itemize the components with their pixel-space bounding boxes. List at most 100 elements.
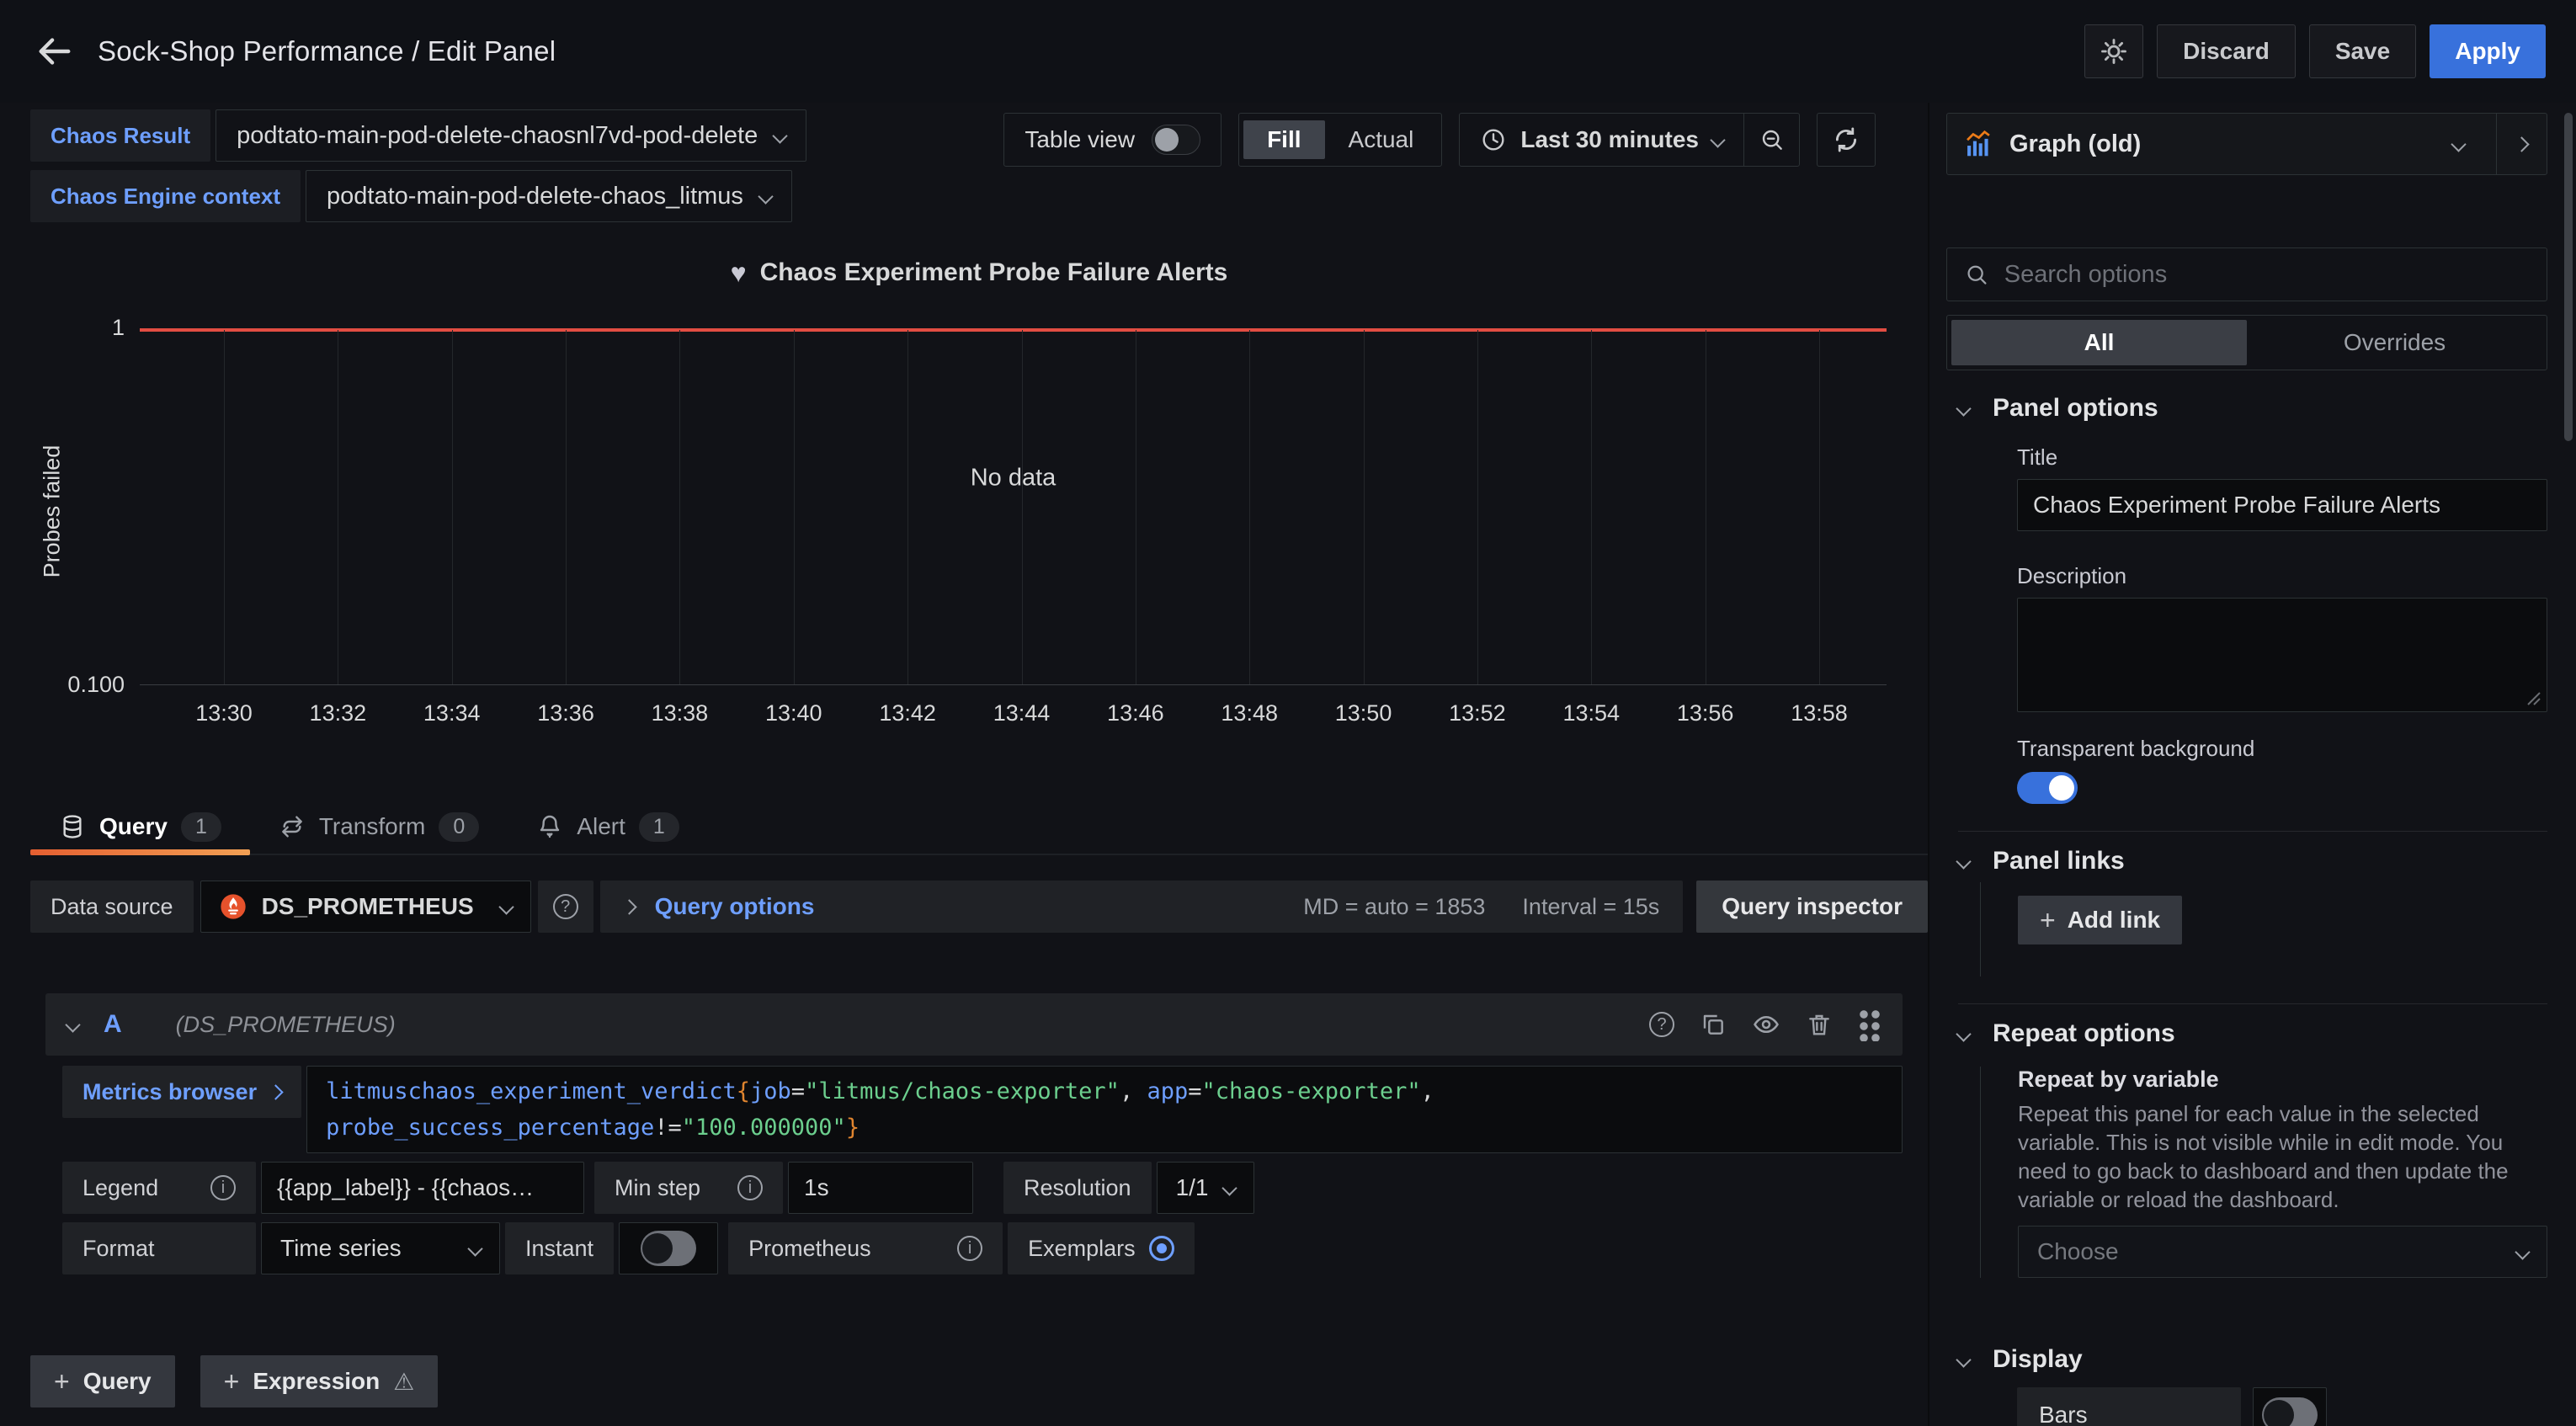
format-select[interactable]: Time series (261, 1222, 500, 1274)
y-axis-label: Probes failed (40, 377, 66, 646)
transform-count-badge: 0 (439, 812, 479, 842)
eye-icon[interactable] (1752, 1010, 1780, 1039)
datasource-help-button[interactable]: ? (538, 881, 593, 933)
sidebar-scrollbar[interactable] (2564, 113, 2573, 441)
x-tick-label: 13:56 (1642, 700, 1769, 726)
bars-toggle[interactable] (2253, 1387, 2327, 1426)
x-tick-label: 13:52 (1414, 700, 1541, 726)
exemplars-toggle[interactable]: Exemplars (1008, 1222, 1195, 1274)
plus-icon: + (2040, 905, 2056, 936)
drag-handle-icon[interactable] (1858, 1008, 1881, 1041)
chevron-down-icon (1956, 401, 1971, 416)
tab-alert[interactable]: Alert 1 (508, 800, 707, 854)
datasource-row: Data source DS_PROMETHEUS ? Query option… (30, 881, 1928, 933)
options-search-input[interactable] (2004, 261, 2530, 289)
back-button[interactable] (30, 28, 77, 75)
discard-button[interactable]: Discard (2157, 24, 2296, 78)
database-icon (59, 813, 86, 840)
fill-actual-segment: Fill Actual (1238, 113, 1442, 167)
info-icon: i (957, 1236, 982, 1261)
fill-option[interactable]: Fill (1243, 120, 1324, 159)
resolution-label: Resolution (1003, 1162, 1152, 1214)
collapse-chevron-icon[interactable] (65, 1017, 80, 1032)
datasource-picker[interactable]: DS_PROMETHEUS (200, 881, 531, 933)
heart-icon: ♥ (731, 258, 747, 289)
table-view-switch[interactable] (1152, 125, 1200, 155)
tab-transform[interactable]: Transform 0 (250, 800, 508, 854)
chevron-down-icon (1956, 1026, 1971, 1041)
panel-title-input[interactable] (2017, 479, 2547, 531)
query-body: Metrics browser litmuschaos_experiment_v… (45, 1066, 1903, 1274)
query-options-label: Query options (655, 893, 815, 920)
query-count-badge: 1 (181, 812, 221, 842)
refresh-button[interactable] (1817, 113, 1876, 167)
options-sidebar: Graph (old) All Overrides Panel options … (1929, 103, 2576, 1426)
resize-handle-icon (2525, 689, 2541, 706)
graph-viz-icon (1964, 130, 1993, 158)
prometheus-icon (220, 893, 247, 920)
plot-area[interactable]: No data (140, 328, 1887, 685)
repeat-description: Repeat this panel for each value in the … (2018, 1099, 2547, 1214)
alert-count-badge: 1 (639, 812, 679, 842)
apply-button[interactable]: Apply (2430, 24, 2546, 78)
variable-select-chaos-result[interactable]: podtato-main-pod-delete-chaosnl7vd-pod-d… (216, 109, 806, 162)
transparent-bg-toggle[interactable] (2017, 772, 2078, 804)
trash-icon[interactable] (1806, 1011, 1833, 1038)
tab-all[interactable]: All (1951, 320, 2247, 365)
panel-description-textarea[interactable] (2017, 598, 2547, 712)
chart: 1 0.100 Probes failed No data 13:3013:32… (30, 308, 1928, 729)
variables-bar: Chaos Result podtato-main-pod-delete-cha… (30, 109, 1928, 227)
visualization-expand-button[interactable] (2496, 114, 2547, 174)
editor-tabs: Query 1 Transform 0 Alert 1 (30, 800, 1928, 855)
table-view-toggle[interactable]: Table view (1003, 113, 1221, 167)
query-help-icon[interactable]: ? (1649, 1012, 1674, 1037)
x-tick-label: 13:40 (731, 700, 857, 726)
resolution-select[interactable]: 1/1 (1157, 1162, 1254, 1214)
add-query-button[interactable]: + Query (30, 1355, 175, 1407)
panel-links-heading[interactable]: Panel links (1946, 847, 2547, 875)
y-tick-bottom: 0.100 (30, 672, 125, 698)
switch-off-icon (2262, 1397, 2318, 1426)
info-icon: i (210, 1175, 236, 1200)
interval-stat: Interval = 15s (1522, 894, 1659, 920)
tab-query[interactable]: Query 1 (30, 800, 250, 854)
chevron-down-icon (2515, 1244, 2530, 1259)
display-heading[interactable]: Display (1946, 1345, 2547, 1374)
zoom-out-button[interactable] (1743, 114, 1799, 166)
query-options-bar[interactable]: Query options MD = auto = 1853 Interval … (600, 881, 1684, 933)
add-link-button[interactable]: + Add link (2018, 896, 2182, 944)
legend-input[interactable] (261, 1162, 584, 1214)
panel-options-heading[interactable]: Panel options (1946, 394, 2547, 423)
repeat-variable-select[interactable]: Choose (2018, 1226, 2547, 1278)
panel-settings-button[interactable] (2084, 24, 2143, 78)
variable-select-chaos-engine[interactable]: podtato-main-pod-delete-chaos_litmus (306, 170, 792, 222)
bell-icon (536, 813, 563, 840)
chevron-down-icon (1956, 1352, 1971, 1367)
x-tick-label: 13:42 (844, 700, 971, 726)
x-tick-label: 13:38 (616, 700, 742, 726)
metrics-browser-button[interactable]: Metrics browser (62, 1066, 301, 1118)
min-step-input[interactable] (788, 1162, 973, 1214)
query-header-row[interactable]: A (DS_PROMETHEUS) ? (45, 993, 1903, 1056)
gridline (452, 330, 453, 684)
time-range-picker[interactable]: Last 30 minutes (1459, 113, 1800, 167)
min-step-label: Min step i (594, 1162, 783, 1214)
search-icon (1964, 261, 1989, 288)
bars-label: Bars (2017, 1387, 2241, 1426)
add-expression-button[interactable]: + Expression ⚠ (200, 1355, 439, 1407)
repeat-options-heading[interactable]: Repeat options (1946, 1019, 2547, 1048)
actual-option[interactable]: Actual (1325, 120, 1438, 159)
gridline (224, 330, 225, 684)
visualization-picker[interactable]: Graph (old) (1946, 113, 2547, 175)
tab-overrides[interactable]: Overrides (2247, 320, 2542, 365)
instant-toggle[interactable] (619, 1222, 718, 1274)
options-search[interactable] (1946, 247, 2547, 301)
save-button[interactable]: Save (2309, 24, 2416, 78)
promql-editor[interactable]: litmuschaos_experiment_verdict{job="litm… (306, 1066, 1903, 1153)
duplicate-icon[interactable] (1700, 1011, 1727, 1038)
gridline (679, 330, 680, 684)
plus-icon: + (54, 1366, 70, 1397)
panel-title: ♥ Chaos Experiment Probe Failure Alerts (30, 249, 1928, 296)
chevron-down-icon (1956, 854, 1971, 869)
query-inspector-button[interactable]: Query inspector (1696, 881, 1928, 933)
